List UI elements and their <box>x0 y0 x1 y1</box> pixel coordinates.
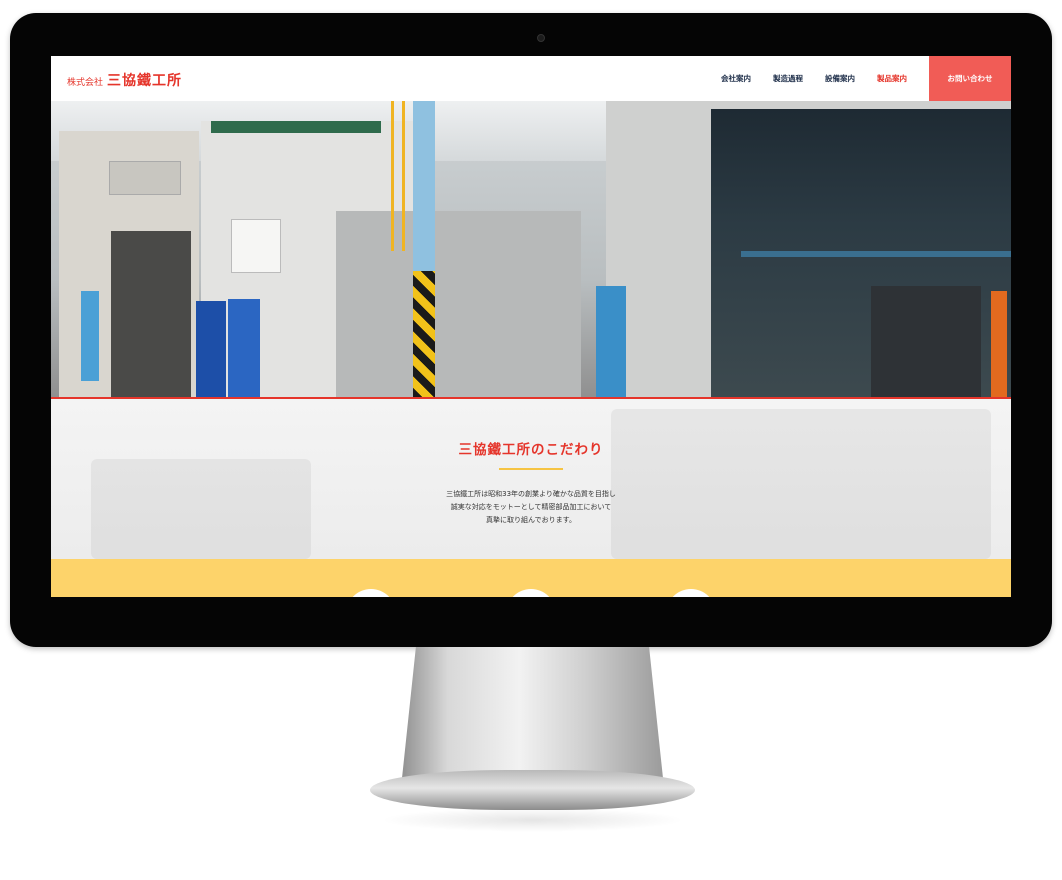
intro-title: 三協鐵工所のこだわり <box>458 442 604 458</box>
hero-orange-barrier <box>991 291 1007 399</box>
contact-button[interactable]: お問い合わせ <box>929 56 1011 101</box>
nav-item-company[interactable]: 会社案内 <box>721 73 751 84</box>
camera-icon <box>537 34 545 42</box>
intro-line: 誠実な対応をモットーとして精密部品加工において <box>450 503 612 511</box>
features-band <box>51 559 1011 597</box>
hero-green-canopy <box>211 121 381 133</box>
hero-vending-machine-1 <box>196 301 226 399</box>
monitor-screen: 株式会社 三協鐵工所 会社案内 製造過程 設備案内 製品案内 お問い合わせ 三協… <box>51 56 1011 597</box>
logo-company-type: 株式会社 <box>67 78 104 88</box>
main-nav: 会社案内 製造過程 設備案内 製品案内 お問い合わせ <box>721 56 1011 101</box>
intro-line: 真摯に取り組んでおります。 <box>486 516 576 524</box>
hero-hazard-stripe <box>413 271 435 399</box>
intro-bg-shape <box>611 409 991 559</box>
feature-circle[interactable] <box>506 589 556 597</box>
hero-second-blue-door <box>596 286 626 399</box>
feature-circle[interactable] <box>346 589 396 597</box>
nav-item-equipment[interactable]: 設備案内 <box>825 73 855 84</box>
intro-section: 三協鐵工所のこだわり 三協鐵工所は昭和33年の創業より確かな品質を目指し 誠実な… <box>51 399 1011 559</box>
hero-wall-sign <box>231 219 281 273</box>
intro-divider <box>499 468 563 470</box>
hero-building-doorway <box>111 231 191 399</box>
logo-company-name: 三協鐵工所 <box>107 73 183 89</box>
intro-line: 三協鐵工所は昭和33年の創業より確かな品質を目指し <box>446 490 616 498</box>
hero-yellow-ladder <box>391 101 405 251</box>
monitor-stand-foot <box>370 770 695 810</box>
hero-gray-panel <box>336 211 581 399</box>
hero-building-sign <box>109 161 181 195</box>
site-logo[interactable]: 株式会社 三協鐵工所 <box>67 70 182 90</box>
nav-item-products[interactable]: 製品案内 <box>877 73 907 84</box>
hero-blue-door <box>81 291 99 381</box>
intro-description: 三協鐵工所は昭和33年の創業より確かな品質を目指し 誠実な対応をモットーとして精… <box>51 488 1011 527</box>
feature-circle[interactable] <box>666 589 716 597</box>
nav-item-process[interactable]: 製造過程 <box>773 73 803 84</box>
hero-forklift <box>871 286 981 399</box>
site-header: 株式会社 三協鐵工所 会社案内 製造過程 設備案内 製品案内 お問い合わせ <box>51 56 1011 101</box>
hero-factory-photo <box>51 101 1011 399</box>
hero-vending-machine-2 <box>228 299 260 399</box>
monitor-stand-shadow <box>380 808 685 832</box>
hero-interior-beam <box>741 251 1011 257</box>
